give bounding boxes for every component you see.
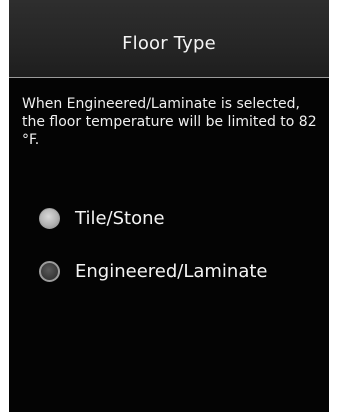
option-label-engineered-laminate: Engineered/Laminate [75, 260, 268, 282]
option-engineered-laminate[interactable]: Engineered/Laminate [39, 258, 268, 284]
title-bar: Floor Type [9, 0, 329, 78]
option-label-tile-stone: Tile/Stone [75, 207, 165, 229]
floor-type-screen: Floor Type When Engineered/Laminate is s… [9, 0, 329, 412]
page-title: Floor Type [122, 33, 216, 54]
radio-unselected-icon[interactable] [39, 260, 60, 282]
info-message: When Engineered/Laminate is selected, th… [22, 96, 317, 148]
option-tile-stone[interactable]: Tile/Stone [39, 205, 165, 231]
radio-selected-icon[interactable] [39, 207, 60, 229]
